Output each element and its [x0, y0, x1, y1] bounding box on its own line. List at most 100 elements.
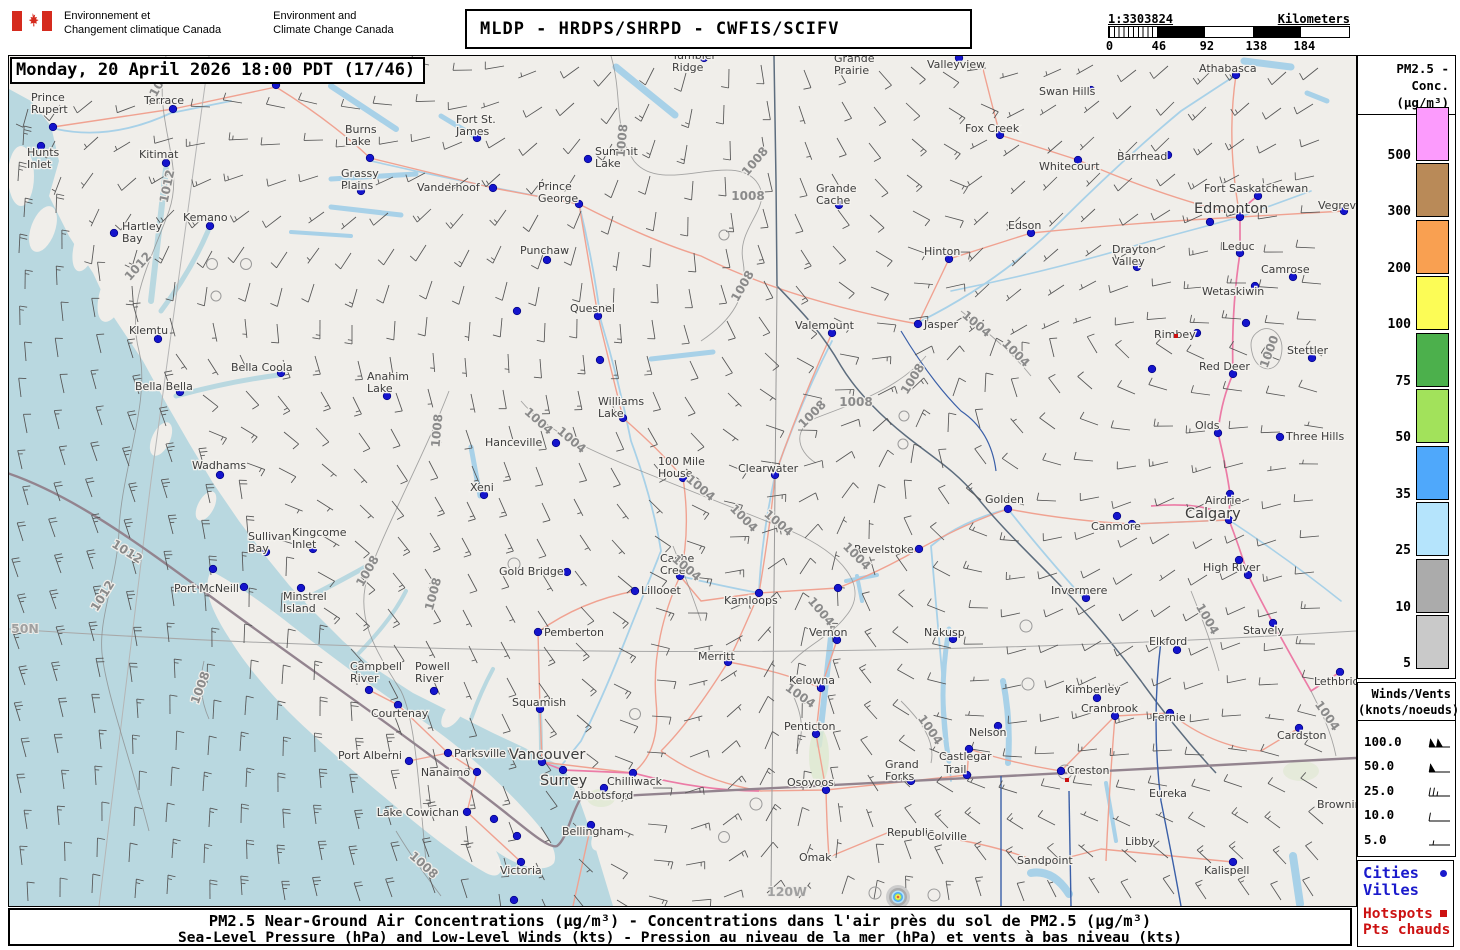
city-dot[interactable] — [472, 767, 482, 777]
pm25-legend-items: 500 300 200 100 75 50 35 25 10 5 — [1358, 104, 1455, 678]
city-dot[interactable] — [364, 685, 374, 695]
pm25-legend-row: 500 — [1358, 106, 1449, 163]
city-dot[interactable] — [1275, 432, 1285, 442]
city-label: Abbotsford — [573, 789, 633, 802]
city-dot[interactable] — [1234, 555, 1244, 565]
city-dot[interactable] — [542, 255, 552, 265]
city-label: Courtenay — [371, 707, 429, 720]
winds-legend: Winds/Vents (knots/noeuds) 100.0 50.0 25.0… — [1357, 682, 1459, 857]
city-dot[interactable] — [533, 627, 543, 637]
weather-map[interactable]: PrinceRupertHuntsInletTerraceSmithersKit… — [0, 48, 1375, 919]
city-label: Valemount — [795, 319, 855, 332]
city-dot[interactable] — [404, 756, 414, 766]
scale-ratio: 1:3303824 — [1108, 12, 1174, 26]
island — [636, 838, 646, 856]
org-name-fr: Environnement et Changement climatique C… — [64, 10, 222, 37]
city-label: Squamish — [512, 696, 566, 709]
city-label: Whitecourt — [1039, 160, 1100, 173]
wind-speed-row: 100.0 — [1364, 729, 1452, 754]
pm25-threshold-label: 75 — [1395, 373, 1411, 389]
pm25-threshold-label: 25 — [1395, 543, 1411, 558]
wind-speed-row: 50.0 — [1364, 754, 1452, 779]
city-dot[interactable] — [913, 319, 923, 329]
pm25-legend-row: 25 — [1358, 502, 1449, 558]
city-dot[interactable] — [1205, 217, 1215, 227]
city-dot[interactable] — [551, 438, 561, 448]
eccc-weather-map-page: Environnement et Changement climatique C… — [0, 0, 1460, 950]
city-dot[interactable] — [1056, 766, 1066, 776]
cities-legend-en: Cities — [1363, 864, 1453, 882]
scale-tick: 138 — [1245, 39, 1268, 53]
city-dot[interactable] — [48, 122, 58, 132]
city-dot[interactable] — [512, 831, 522, 841]
wind-barb-icon — [1428, 788, 1450, 797]
city-label: Elkford — [1149, 635, 1187, 648]
city-dot[interactable] — [489, 814, 499, 824]
pm25-threshold-label: 100 — [1387, 317, 1411, 332]
city-label: Fox Creek — [965, 122, 1020, 135]
city-label: Wadhams — [192, 459, 246, 472]
hotspot-square[interactable] — [1174, 334, 1178, 338]
city-dot[interactable] — [462, 807, 472, 817]
city-dot[interactable] — [488, 183, 498, 193]
city-label: Golden — [985, 493, 1024, 506]
city-dot[interactable] — [1112, 511, 1122, 521]
city-label: Stettler — [1287, 344, 1329, 357]
city-dot[interactable] — [562, 567, 572, 577]
header: Environnement et Changement climatique C… — [12, 9, 394, 38]
city-dot[interactable] — [1003, 504, 1013, 514]
city-label: Edmonton — [1194, 201, 1268, 217]
city-dot[interactable] — [512, 306, 522, 316]
pm25-color-swatch — [1416, 615, 1449, 669]
city-label: Parksville — [454, 747, 506, 760]
city-dot[interactable] — [208, 564, 218, 574]
city-label: Port McNeill — [174, 582, 239, 595]
city-label: Port Alberni — [338, 749, 402, 762]
city-dot[interactable] — [109, 228, 119, 238]
city-label: Punchaw — [520, 244, 569, 257]
pressure-label: 1008 — [731, 189, 764, 203]
pm25-threshold-label: 35 — [1395, 486, 1411, 502]
city-label: Klemtu — [129, 324, 168, 337]
city-label: Calgary — [1185, 506, 1241, 522]
city-dot[interactable] — [509, 895, 519, 905]
pm25-color-swatch — [1416, 502, 1449, 556]
city-dot[interactable] — [239, 582, 249, 592]
city-dot[interactable] — [914, 544, 924, 554]
wind-speed-row: 25.0 — [1364, 778, 1452, 803]
city-label: Pemberton — [544, 626, 604, 639]
city-label: Stavely — [1243, 624, 1284, 637]
pressure-label: 1008 — [839, 395, 872, 409]
city-label: Grande Prairie — [834, 56, 875, 77]
city-dot[interactable] — [443, 748, 453, 758]
city-label: Edson — [1008, 219, 1041, 232]
cities-legend-fr: Villes — [1363, 881, 1419, 900]
city-dot[interactable] — [630, 586, 640, 596]
pm25-legend-row: 200 — [1358, 219, 1449, 276]
city-label: Eureka — [1149, 787, 1187, 800]
pm25-threshold-label: 500 — [1387, 147, 1411, 163]
wind-barb-icon — [1428, 738, 1450, 748]
island — [615, 853, 627, 873]
city-dot[interactable] — [583, 154, 593, 164]
city-dot[interactable] — [215, 470, 225, 480]
city-dot[interactable] — [1147, 364, 1157, 374]
city-label: Penticton — [784, 720, 835, 733]
city-label: Fort Saskatchewan — [1204, 182, 1308, 195]
city-label: Osoyoos — [787, 776, 834, 789]
winds-legend-title: Winds/Vents (knots/noeuds) — [1358, 683, 1459, 722]
city-label: Fernie — [1152, 711, 1186, 724]
city-dot[interactable] — [595, 355, 605, 365]
scale-unit: Kilometers — [1277, 12, 1350, 26]
hotspot-square-icon — [1440, 910, 1447, 918]
map-viewport[interactable]: Monday, 20 April 2026 18:00 PDT (17/46) — [0, 48, 1375, 919]
city-label: Lake Cowichan — [377, 806, 459, 819]
city-dot[interactable] — [365, 153, 375, 163]
scalebar-segment — [1300, 27, 1349, 37]
hotspot-square[interactable] — [1065, 778, 1069, 782]
caption-line1: PM2.5 Near-Ground Air Concentrations (µg… — [208, 912, 1152, 930]
city-dot[interactable] — [833, 583, 843, 593]
city-dot[interactable] — [1241, 318, 1251, 328]
city-dot[interactable] — [429, 686, 439, 696]
city-label: Surrey — [540, 773, 588, 789]
